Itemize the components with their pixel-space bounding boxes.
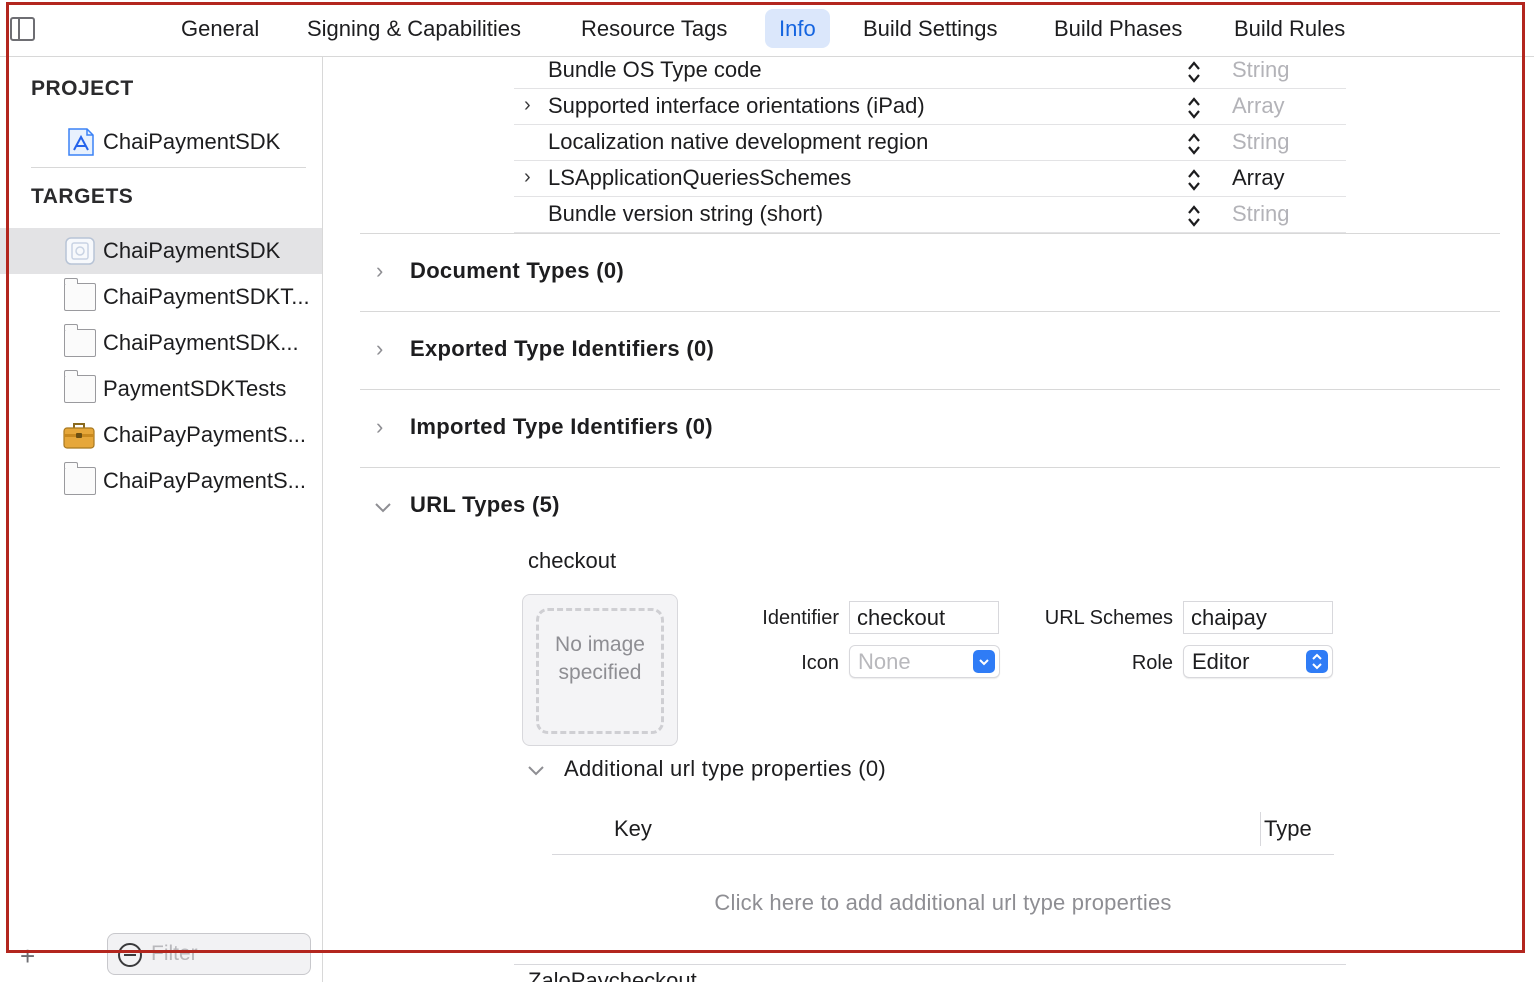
tab-resource-tags[interactable]: Resource Tags bbox=[567, 9, 741, 48]
section-title: URL Types (5) bbox=[410, 492, 560, 517]
identifier-label: Identifier bbox=[762, 607, 839, 629]
filter-placeholder: Filter bbox=[151, 942, 198, 965]
url-type-image-well[interactable]: No image specified bbox=[522, 594, 678, 746]
filter-icon bbox=[118, 943, 142, 967]
folder-icon bbox=[63, 370, 96, 403]
add-target-button[interactable]: + bbox=[20, 941, 35, 972]
role-popup-value: Editor bbox=[1192, 649, 1250, 674]
plist-key: Supported interface orientations (iPad) bbox=[548, 93, 925, 118]
targets-header: TARGETS bbox=[31, 185, 134, 208]
stepper-icon[interactable] bbox=[1186, 203, 1202, 229]
column-header-key[interactable]: Key bbox=[614, 816, 652, 842]
sidebar-item-label: ChaiPaymentSDK bbox=[103, 129, 281, 154]
additional-properties-title: Additional url type properties (0) bbox=[564, 756, 887, 781]
role-label: Role bbox=[1131, 652, 1173, 674]
sidebar-item-label: ChaiPayPaymentS... bbox=[103, 468, 306, 493]
section-url-types[interactable]: URL Types (5) bbox=[360, 467, 1500, 545]
sidebar-toggle-icon[interactable] bbox=[10, 17, 35, 41]
url-schemes-label: URL Schemes bbox=[1044, 607, 1173, 629]
plist-row[interactable]: Localization native development region S… bbox=[514, 125, 1346, 161]
sidebar-item-label: ChaiPaymentSDK bbox=[103, 238, 281, 263]
sidebar-item-target[interactable]: ChaiPaymentSDK bbox=[0, 228, 322, 274]
plist-row[interactable]: Bundle OS Type code String bbox=[514, 53, 1346, 89]
image-drop-zone: No image specified bbox=[536, 608, 664, 734]
section-title: Imported Type Identifiers (0) bbox=[410, 414, 713, 439]
chevron-right-icon[interactable]: › bbox=[524, 94, 531, 117]
add-properties-hint[interactable]: Click here to add additional url type pr… bbox=[552, 890, 1334, 916]
plist-row[interactable]: › LSApplicationQueriesSchemes Array bbox=[514, 161, 1346, 197]
sidebar-item-label: PaymentSDKTests bbox=[103, 376, 287, 401]
project-header: PROJECT bbox=[31, 77, 134, 100]
sidebar-item-label: ChaiPaymentSDKT... bbox=[103, 284, 310, 309]
section-imported-type-identifiers[interactable]: › Imported Type Identifiers (0) bbox=[360, 389, 1500, 467]
sidebar-item-target[interactable]: ChaiPayPaymentS... bbox=[0, 458, 322, 504]
icon-popup-value: None bbox=[858, 649, 911, 674]
chevron-right-icon[interactable]: › bbox=[376, 336, 383, 362]
tab-info[interactable]: Info bbox=[765, 9, 830, 48]
folder-icon bbox=[63, 278, 96, 311]
folder-icon bbox=[63, 462, 96, 495]
sidebar-item-label: ChaiPaymentSDK... bbox=[103, 330, 299, 355]
plist-type: Array bbox=[1232, 165, 1285, 190]
plist-key: Localization native development region bbox=[548, 129, 929, 154]
sidebar-item-label: ChaiPayPaymentS... bbox=[103, 422, 306, 447]
url-type-name: ZaloPaycheckout bbox=[528, 968, 697, 982]
chevron-down-icon[interactable] bbox=[527, 765, 545, 777]
tab-build-settings[interactable]: Build Settings bbox=[849, 9, 1012, 48]
sidebar-item-target[interactable]: ChaiPaymentSDK... bbox=[0, 320, 322, 366]
url-type-name: checkout bbox=[528, 548, 617, 573]
role-popup[interactable]: Editor bbox=[1183, 645, 1333, 678]
plist-type: String bbox=[1232, 129, 1290, 154]
section-title: Exported Type Identifiers (0) bbox=[410, 336, 715, 361]
editor-tab-bar: General Signing & Capabilities Resource … bbox=[0, 0, 1534, 57]
sidebar-item-target[interactable]: ChaiPaymentSDKT... bbox=[0, 274, 322, 320]
chevron-down-icon bbox=[973, 650, 995, 673]
sidebar-item-target[interactable]: ChaiPayPaymentS... bbox=[0, 412, 322, 458]
plist-key: Bundle version string (short) bbox=[548, 201, 824, 226]
sidebar-item-project[interactable]: ChaiPaymentSDK bbox=[0, 119, 322, 165]
section-title: Document Types (0) bbox=[410, 258, 625, 283]
plist-row[interactable]: Bundle version string (short) String bbox=[514, 197, 1346, 233]
chevron-right-icon[interactable]: › bbox=[376, 414, 383, 440]
sidebar-item-target[interactable]: PaymentSDKTests bbox=[0, 366, 322, 412]
tab-general[interactable]: General bbox=[167, 9, 273, 48]
project-navigator: PROJECT ChaiPaymentSDK TARGETS ChaiPayme… bbox=[0, 57, 323, 982]
stepper-icon[interactable] bbox=[1186, 167, 1202, 193]
properties-table-header: Key Type bbox=[552, 806, 1334, 855]
chevron-right-icon[interactable]: › bbox=[376, 258, 383, 284]
url-schemes-field[interactable]: chaipay bbox=[1183, 601, 1333, 634]
framework-icon bbox=[65, 237, 95, 265]
section-document-types[interactable]: › Document Types (0) bbox=[360, 233, 1500, 311]
plist-type: Array bbox=[1232, 93, 1285, 118]
identifier-field[interactable]: checkout bbox=[849, 601, 999, 634]
chevron-down-icon[interactable] bbox=[374, 502, 392, 514]
stepper-icon[interactable] bbox=[1186, 59, 1202, 85]
tab-build-rules[interactable]: Build Rules bbox=[1220, 9, 1359, 48]
tab-signing-capabilities[interactable]: Signing & Capabilities bbox=[293, 9, 535, 48]
tab-build-phases[interactable]: Build Phases bbox=[1040, 9, 1196, 48]
icon-label: Icon bbox=[801, 652, 839, 674]
plist-key: Bundle OS Type code bbox=[548, 57, 762, 82]
plist-type: String bbox=[1232, 57, 1290, 82]
image-placeholder-text: No image specified bbox=[555, 633, 645, 684]
folder-icon bbox=[63, 324, 96, 357]
toolbox-icon bbox=[63, 423, 95, 449]
icon-popup[interactable]: None bbox=[849, 645, 1000, 678]
divider bbox=[514, 964, 1346, 965]
plist-row[interactable]: › Supported interface orientations (iPad… bbox=[514, 89, 1346, 125]
stepper-icon[interactable] bbox=[1186, 95, 1202, 121]
stepper-icon[interactable] bbox=[1186, 131, 1202, 157]
up-down-chevron-icon bbox=[1306, 650, 1328, 673]
xcode-project-icon bbox=[68, 128, 94, 156]
plist-type: String bbox=[1232, 201, 1290, 226]
column-divider[interactable] bbox=[1260, 812, 1261, 846]
section-exported-type-identifiers[interactable]: › Exported Type Identifiers (0) bbox=[360, 311, 1500, 389]
column-header-type[interactable]: Type bbox=[1264, 816, 1312, 842]
divider bbox=[31, 167, 306, 168]
chevron-right-icon[interactable]: › bbox=[524, 166, 531, 189]
filter-input[interactable]: Filter bbox=[107, 933, 311, 975]
plist-key: LSApplicationQueriesSchemes bbox=[548, 165, 852, 190]
